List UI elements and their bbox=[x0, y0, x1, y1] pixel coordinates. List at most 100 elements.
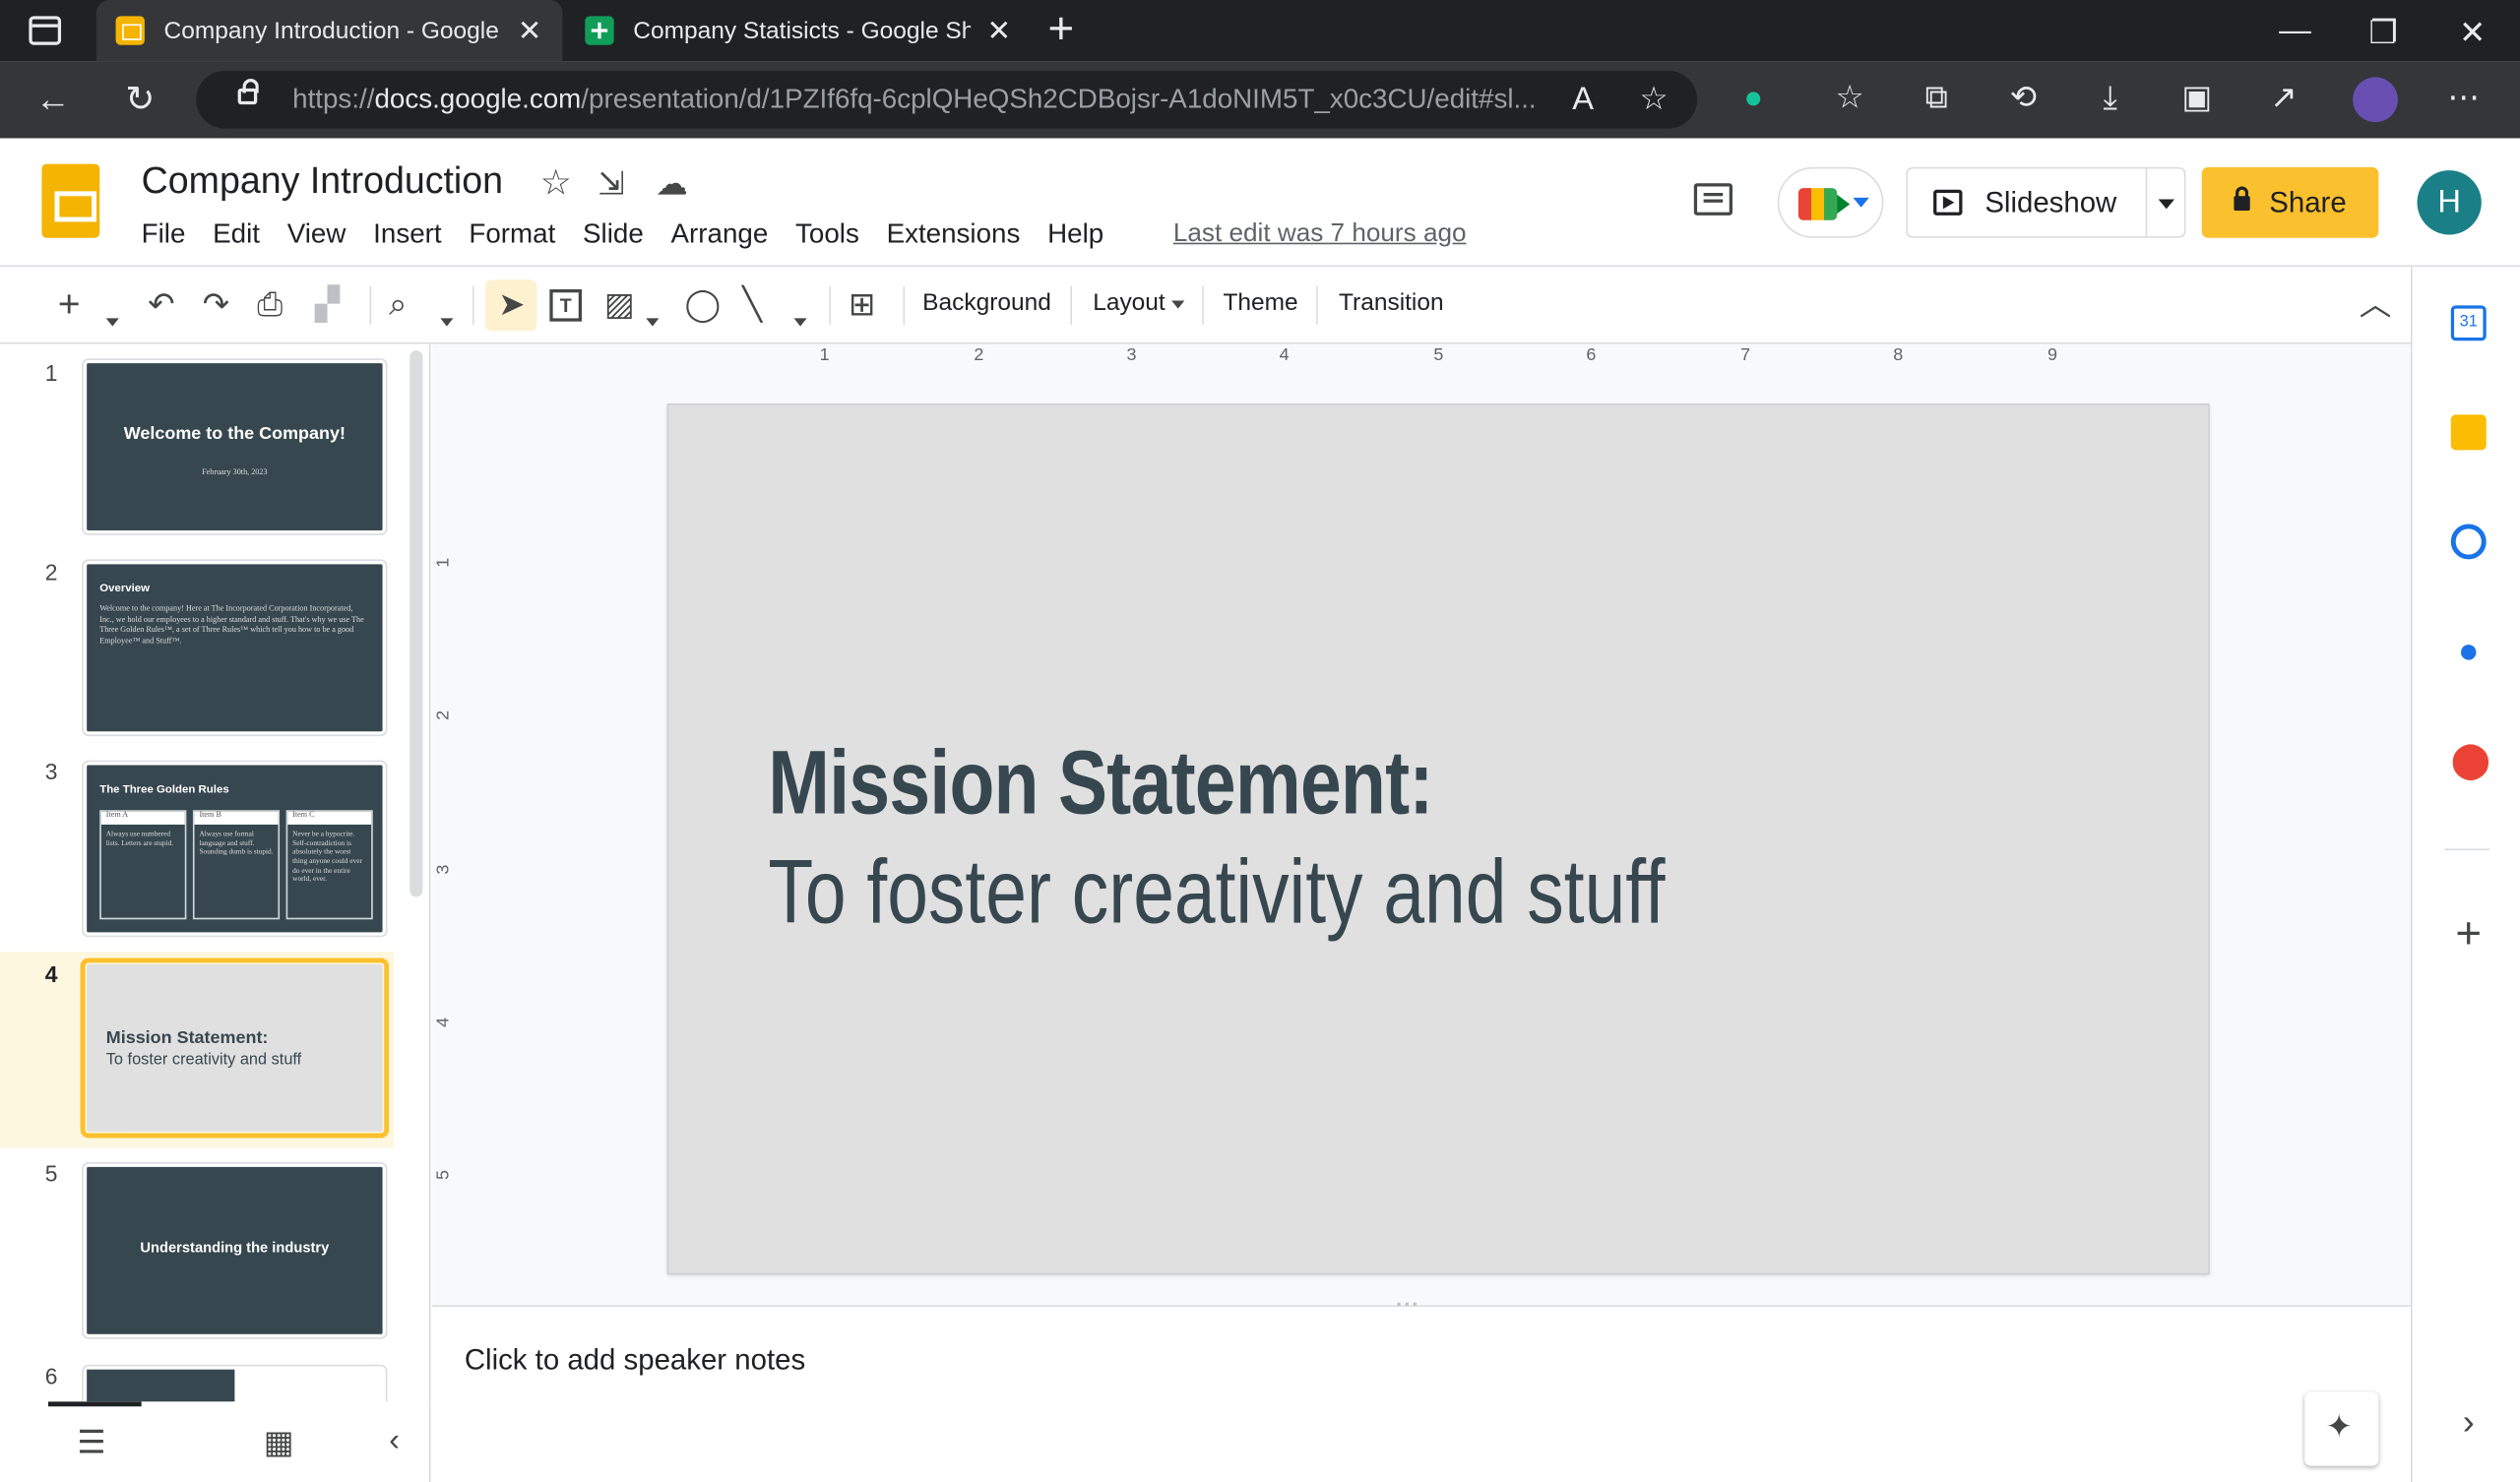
tasks-icon[interactable] bbox=[2450, 524, 2487, 560]
filmstrip-view-icon[interactable]: ☰ bbox=[77, 1424, 105, 1462]
slide-title-text[interactable]: Mission Statement: bbox=[768, 730, 1433, 834]
contacts-icon[interactable]: ● bbox=[2451, 633, 2487, 669]
present-icon bbox=[1933, 189, 1963, 216]
new-tab-icon[interactable]: + bbox=[1047, 6, 1074, 52]
menu-extensions[interactable]: Extensions bbox=[887, 218, 1021, 251]
minimize-icon[interactable]: — bbox=[2279, 13, 2311, 50]
vertical-ruler[interactable]: 1 2 3 4 5 bbox=[434, 405, 460, 1273]
speaker-notes-placeholder[interactable]: Click to add speaker notes bbox=[465, 1344, 805, 1378]
speaker-notes[interactable]: Click to add speaker notes bbox=[432, 1321, 2411, 1482]
favorites-icon[interactable]: ☆ bbox=[1832, 81, 1867, 116]
meet-button[interactable] bbox=[1777, 166, 1884, 238]
slide-subtitle-text[interactable]: To foster creativity and stuff bbox=[768, 839, 1665, 944]
slides-logo-icon[interactable] bbox=[41, 163, 100, 238]
slide-thumbnail-5[interactable]: Understanding the industry bbox=[82, 1161, 388, 1339]
grid-view-icon[interactable]: ▦ bbox=[264, 1424, 294, 1462]
notes-resize-handle[interactable] bbox=[432, 1297, 2411, 1322]
menu-view[interactable]: View bbox=[287, 218, 346, 251]
current-slide[interactable]: Mission Statement: To foster creativity … bbox=[668, 404, 2209, 1273]
menu-insert[interactable]: Insert bbox=[373, 218, 441, 251]
lock-icon[interactable] bbox=[237, 79, 259, 105]
slideshow-button[interactable]: Slideshow bbox=[1906, 166, 2186, 238]
slide-thumbnail-1[interactable]: Welcome to the Company! February 30th, 2… bbox=[82, 358, 388, 535]
menu-arrange[interactable]: Arrange bbox=[671, 218, 769, 251]
add-favorite-icon[interactable]: ☆ bbox=[1636, 82, 1671, 117]
document-title[interactable]: Company Introduction bbox=[142, 159, 503, 203]
refresh-icon[interactable]: ↻ bbox=[125, 79, 155, 120]
grammarly-icon[interactable]: ● bbox=[1735, 81, 1771, 116]
thumb-column: Item B Always use formal language and stu… bbox=[192, 810, 281, 920]
new-slide-icon[interactable]: + bbox=[58, 285, 81, 325]
hide-filmstrip-icon[interactable]: ‹ bbox=[389, 1421, 400, 1459]
close-tab-icon[interactable]: ✕ bbox=[518, 14, 542, 47]
undo-icon[interactable]: ↶ bbox=[148, 286, 174, 325]
read-aloud-icon[interactable]: A bbox=[1565, 82, 1601, 117]
menu-help[interactable]: Help bbox=[1047, 218, 1103, 251]
menu-edit[interactable]: Edit bbox=[213, 218, 260, 251]
more-menu-icon[interactable]: ⋯ bbox=[2446, 81, 2482, 116]
browser-tab-sheets[interactable]: Company Statisicts - Google Sheets ✕ bbox=[566, 0, 1032, 61]
menu-slide[interactable]: Slide bbox=[583, 218, 644, 251]
menu-format[interactable]: Format bbox=[469, 218, 555, 251]
history-icon[interactable]: ⟲ bbox=[2006, 81, 2042, 116]
back-icon[interactable]: ← bbox=[35, 79, 71, 120]
calendar-icon[interactable]: 31 bbox=[2450, 305, 2487, 341]
math-solver-icon[interactable]: ▣ bbox=[2179, 81, 2215, 116]
slide-thumbnail-2[interactable]: Overview Welcome to the company! Here at… bbox=[82, 559, 388, 737]
browser-tab-slides[interactable]: Company Introduction - Google Slides ✕ bbox=[95, 0, 563, 62]
horizontal-ruler[interactable]: 1 2 3 4 5 6 7 8 9 bbox=[671, 344, 2206, 370]
last-edit-link[interactable]: Last edit was 7 hours ago bbox=[1173, 220, 1467, 249]
filmstrip-scrollbar[interactable] bbox=[410, 350, 423, 897]
share-page-icon[interactable]: ↗ bbox=[2266, 81, 2301, 116]
line-chevron-icon[interactable] bbox=[793, 302, 807, 340]
slideshow-options-chevron-icon[interactable] bbox=[2158, 199, 2174, 210]
insert-image-icon[interactable]: ▨ bbox=[604, 286, 635, 325]
cloud-saved-icon[interactable]: ☁ bbox=[656, 164, 688, 205]
zoom-icon[interactable]: ⌕ bbox=[389, 286, 407, 325]
slide-filmstrip: 1 Welcome to the Company! February 30th,… bbox=[0, 343, 431, 1402]
transition-button[interactable]: Transition bbox=[1339, 289, 1444, 317]
move-folder-icon[interactable]: ⇲ bbox=[598, 164, 624, 205]
keep-icon[interactable] bbox=[2450, 414, 2487, 451]
layout-button[interactable]: Layout bbox=[1093, 289, 1185, 317]
menu-file[interactable]: File bbox=[142, 218, 186, 251]
slide-thumbnail-3[interactable]: The Three Golden Rules Item A Always use … bbox=[82, 760, 388, 938]
text-box-icon[interactable]: T bbox=[549, 289, 583, 322]
image-chevron-icon[interactable] bbox=[646, 302, 660, 340]
close-window-icon[interactable]: ✕ bbox=[2459, 13, 2486, 53]
tab-actions-icon[interactable] bbox=[29, 16, 62, 45]
add-addon-icon[interactable]: + bbox=[2451, 910, 2487, 956]
thumb-title: Overview bbox=[99, 583, 151, 595]
add-comment-icon[interactable]: ⊞ bbox=[849, 286, 875, 325]
explore-button[interactable] bbox=[2304, 1391, 2379, 1466]
collapse-toolbar-icon[interactable]: ︿ bbox=[2360, 286, 2392, 325]
show-side-panel-icon[interactable]: › bbox=[2451, 1404, 2487, 1441]
redo-icon[interactable]: ↷ bbox=[203, 286, 229, 325]
zoom-chevron-icon[interactable] bbox=[440, 302, 454, 340]
theme-button[interactable]: Theme bbox=[1223, 289, 1297, 317]
restore-icon[interactable]: ❐ bbox=[2369, 13, 2398, 53]
line-icon[interactable]: ╲ bbox=[742, 286, 762, 325]
close-tab-icon[interactable]: ✕ bbox=[986, 14, 1011, 47]
background-button[interactable]: Background bbox=[922, 289, 1051, 317]
divider bbox=[903, 285, 906, 325]
print-icon[interactable]: ⎙ bbox=[257, 286, 283, 325]
account-avatar[interactable]: H bbox=[2417, 170, 2482, 235]
slide-thumbnail-4[interactable]: Mission Statement: To foster creativity … bbox=[80, 957, 390, 1139]
shape-icon[interactable]: ◯ bbox=[685, 286, 722, 325]
docs-header: Company Introduction ☆ ⇲ ☁ File Edit Vie… bbox=[0, 138, 2520, 268]
new-slide-layout-chevron-icon[interactable] bbox=[105, 302, 119, 340]
paint-format-icon[interactable]: ▞ bbox=[315, 286, 340, 325]
downloads-icon[interactable]: ⤓ bbox=[2093, 81, 2128, 116]
profile-avatar-icon[interactable] bbox=[2353, 77, 2398, 123]
collections-icon[interactable]: ⧉ bbox=[1919, 81, 1954, 116]
url-input[interactable]: https://docs.google.com/presentation/d/1… bbox=[196, 70, 1698, 129]
menu-tools[interactable]: Tools bbox=[795, 218, 859, 251]
comments-icon[interactable] bbox=[1693, 183, 1732, 216]
slide-thumbnail-6[interactable] bbox=[82, 1364, 388, 1402]
divider bbox=[1202, 285, 1204, 325]
maps-icon[interactable]: ⬤ bbox=[2451, 742, 2490, 778]
star-icon[interactable]: ☆ bbox=[540, 162, 572, 204]
select-pointer-icon[interactable]: ➤ bbox=[498, 286, 525, 325]
share-button[interactable]: Share bbox=[2201, 166, 2379, 238]
